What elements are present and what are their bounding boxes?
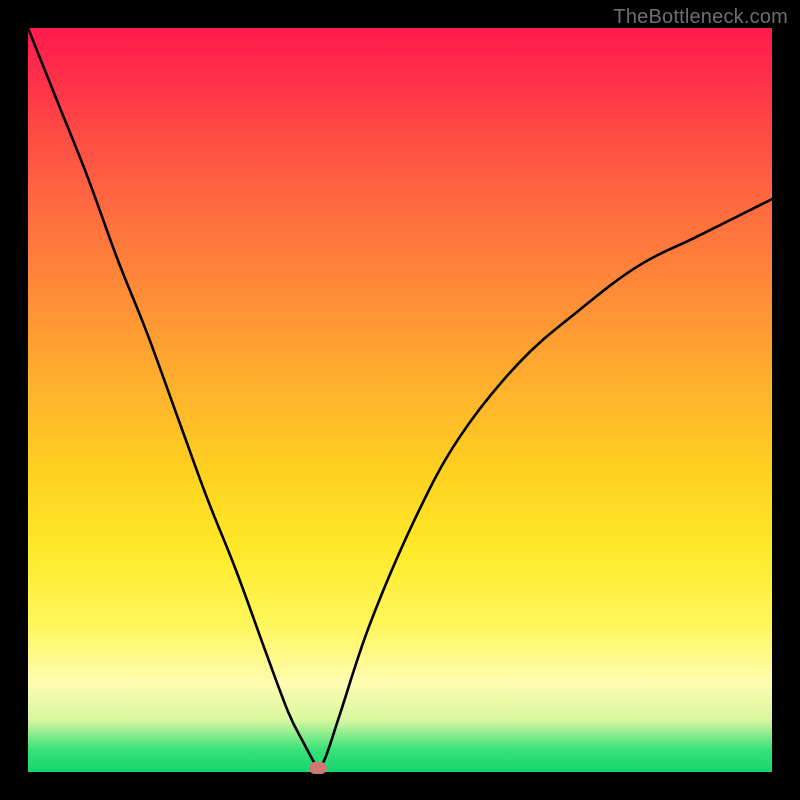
gradient-plot-area: [28, 28, 772, 772]
chart-frame: TheBottleneck.com: [0, 0, 800, 800]
bottleneck-curve: [28, 28, 772, 772]
watermark-text: TheBottleneck.com: [613, 6, 788, 29]
minimum-marker: [309, 762, 327, 774]
